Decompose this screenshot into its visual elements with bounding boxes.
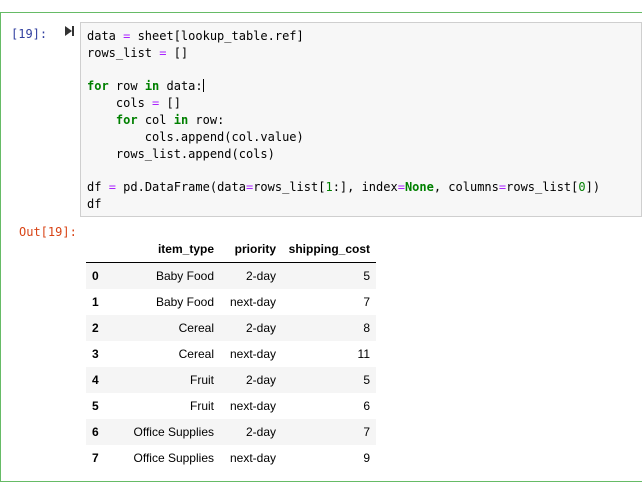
cell-shipping-cost: 8	[363, 321, 370, 335]
header-priority: priority	[220, 236, 282, 263]
row-index: 2	[92, 321, 99, 335]
cell-border-bottom	[0, 481, 642, 482]
code-line-8: rows_list.append(cols)	[87, 146, 275, 161]
cell-border-left	[0, 12, 1, 482]
input-prompt: [19]:	[11, 27, 48, 41]
code-editor[interactable]: data = sheet[lookup_table.ref] rows_list…	[87, 28, 600, 213]
table-header-row: item_type priority shipping_cost	[86, 236, 376, 263]
code-line-4: for row in data:	[87, 79, 204, 94]
cell-shipping-cost: 11	[357, 347, 370, 361]
table-row: 7 Office Supplies next-day 9	[86, 445, 376, 471]
cell-shipping-cost: 6	[363, 399, 370, 413]
cell-priority: 2-day	[245, 373, 276, 387]
table-row: 4 Fruit 2-day 5	[86, 367, 376, 393]
cell-item-type: Fruit	[190, 373, 214, 387]
header-index	[86, 236, 109, 263]
cell-item-type: Baby Food	[155, 295, 214, 309]
cell-item-type: Cereal	[178, 347, 214, 361]
cell-shipping-cost: 5	[363, 269, 370, 283]
cell-item-type: Office Supplies	[133, 425, 215, 439]
code-line-7: cols.append(col.value)	[87, 129, 304, 144]
cell-shipping-cost: 7	[363, 425, 370, 439]
code-line-6: for col in row:	[115, 112, 225, 127]
table-row: 6 Office Supplies 2-day 7	[86, 419, 376, 445]
table-row: 5 Fruit next-day 6	[86, 393, 376, 419]
cell-border-top	[0, 12, 642, 13]
code-input-area[interactable]: data = sheet[lookup_table.ref] rows_list…	[80, 22, 642, 217]
code-line-11: df	[87, 196, 102, 211]
row-index: 6	[92, 425, 99, 439]
text-cursor	[202, 79, 204, 93]
row-index: 3	[92, 347, 99, 361]
header-shipping-cost: shipping_cost	[282, 236, 376, 263]
cell-shipping-cost: 9	[363, 451, 370, 465]
header-item-type: item_type	[109, 236, 220, 263]
table-row: 2 Cereal 2-day 8	[86, 315, 376, 341]
dataframe-output: item_type priority shipping_cost 0 Baby …	[86, 236, 376, 471]
cell-priority: next-day	[229, 295, 276, 309]
cell-priority: 2-day	[245, 425, 276, 439]
row-index: 4	[92, 373, 99, 387]
cell-shipping-cost: 5	[363, 373, 370, 387]
row-index: 7	[92, 451, 99, 465]
code-line-5: cols = []	[87, 96, 181, 111]
row-index: 1	[92, 295, 99, 309]
table-row: 3 Cereal next-day 11	[86, 341, 376, 367]
run-cell-icon[interactable]	[62, 24, 76, 38]
table-row: 1 Baby Food next-day 7	[86, 289, 376, 315]
code-line-1: data = sheet[lookup_table.ref]	[87, 29, 304, 43]
code-line-10: df = pd.DataFrame(data=rows_list[1:], in…	[87, 180, 601, 195]
cell-priority: 2-day	[245, 269, 276, 283]
row-index: 0	[92, 269, 99, 283]
table-row: 0 Baby Food 2-day 5	[86, 262, 376, 289]
cell-priority: next-day	[229, 347, 276, 361]
output-prompt: Out[19]:	[19, 225, 77, 239]
cell-shipping-cost: 7	[363, 295, 370, 309]
cell-priority: next-day	[229, 451, 276, 465]
code-line-2: rows_list = []	[87, 45, 189, 60]
cell-item-type: Fruit	[190, 399, 214, 413]
cell-item-type: Cereal	[178, 321, 214, 335]
cell-priority: 2-day	[245, 321, 276, 335]
row-index: 5	[92, 399, 99, 413]
cell-item-type: Baby Food	[155, 269, 214, 283]
cell-priority: next-day	[229, 399, 276, 413]
cell-item-type: Office Supplies	[133, 451, 215, 465]
